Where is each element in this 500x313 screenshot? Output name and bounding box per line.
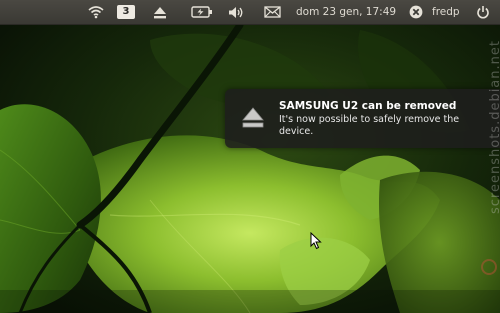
wifi-icon (88, 6, 104, 19)
user-name[interactable]: fredp (432, 0, 460, 24)
notification-title: SAMSUNG U2 can be removed (279, 100, 457, 112)
clock[interactable]: dom 23 gen, 17:49 (296, 0, 396, 24)
user-status-indicator[interactable] (406, 0, 426, 24)
desktop: 3 dom 23 gen, 17:49 fredp SAMSUNG U2 can… (0, 0, 500, 313)
wallpaper (0, 0, 500, 313)
power-icon (477, 6, 489, 19)
mouse-cursor-icon (310, 232, 322, 250)
battery-charging-icon (191, 6, 212, 18)
eject-icon (154, 6, 166, 18)
eject-indicator[interactable] (150, 0, 170, 24)
volume-icon (229, 6, 243, 18)
envelope-icon (263, 6, 281, 18)
watermark-text: screenshots.debian.net (488, 40, 500, 214)
battery-indicator[interactable] (190, 0, 214, 24)
network-indicator[interactable] (86, 0, 106, 24)
messaging-indicator[interactable] (261, 0, 283, 24)
session-indicator[interactable] (473, 0, 493, 24)
watermark-logo-icon (481, 259, 497, 275)
workspace-indicator[interactable]: 3 (117, 5, 135, 19)
notification-body: It's now possible to safely remove the d… (279, 114, 460, 137)
top-panel: 3 dom 23 gen, 17:49 fredp (0, 0, 500, 25)
eject-icon (242, 107, 264, 128)
volume-indicator[interactable] (226, 0, 246, 24)
notification-bubble: SAMSUNG U2 can be removed It's now possi… (225, 89, 500, 148)
user-status-icon (409, 5, 423, 19)
